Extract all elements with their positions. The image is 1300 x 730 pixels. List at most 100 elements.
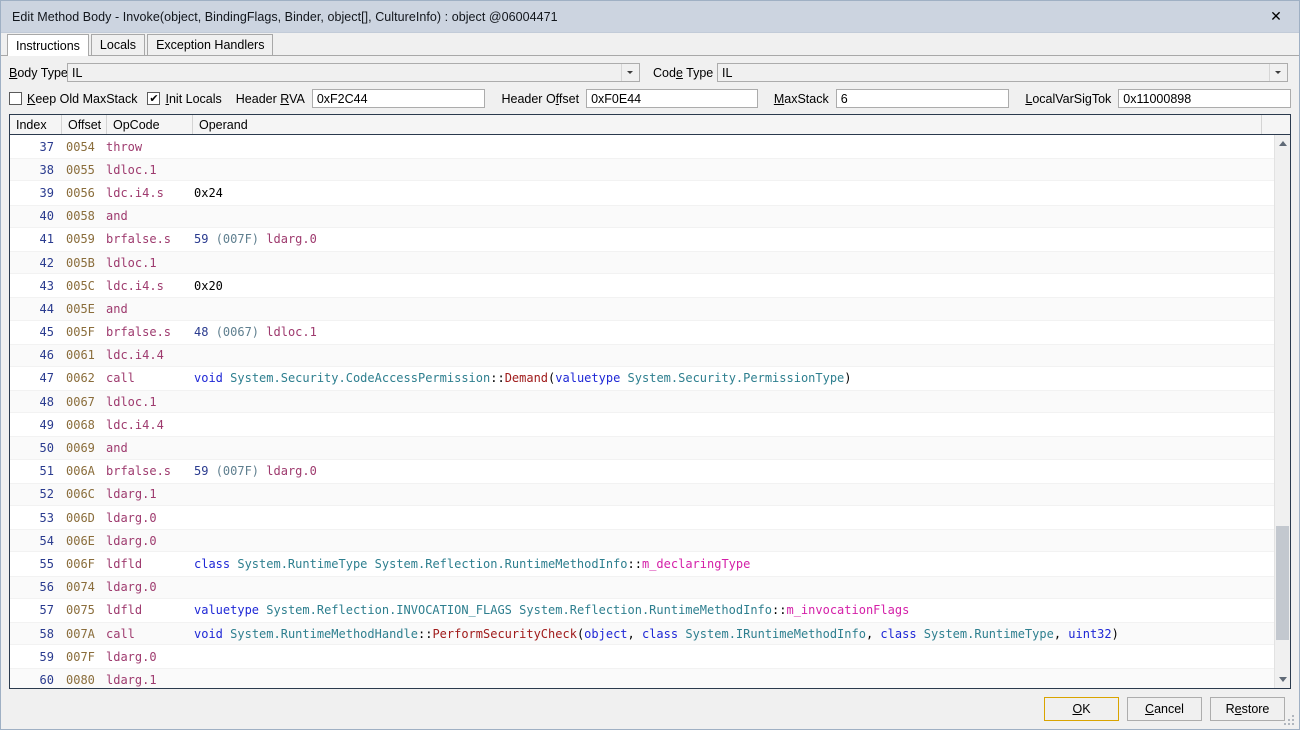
table-row[interactable]: 59 007F ldarg.0 (10, 645, 1274, 668)
table-row[interactable]: 53 006D ldarg.0 (10, 506, 1274, 529)
cell-offset: 006C (66, 487, 95, 502)
cell-index: 48 (39, 394, 54, 409)
cancel-button[interactable]: Cancel (1127, 697, 1202, 721)
header-offset-input[interactable]: 0xF0E44 (586, 89, 758, 108)
column-header-index[interactable]: Index (10, 115, 62, 134)
cell-offset: 005C (66, 278, 95, 293)
column-header-offset[interactable]: Offset (62, 115, 107, 134)
header-offset-label: Header Offset (501, 91, 580, 106)
table-row[interactable]: 46 0061 ldc.i4.4 (10, 343, 1274, 367)
table-row[interactable]: 41 0059 brfalse.s 59 (007F) ldarg.0 (10, 228, 1274, 251)
operand-token: 0x20 (194, 278, 223, 293)
cell-offset: 0058 (66, 209, 95, 224)
table-row[interactable]: 57 0075 ldfld valuetype System.Reflection.I… (10, 599, 1274, 622)
operand-token: uint32 (1068, 626, 1112, 641)
keep-old-maxstack-checkbox[interactable]: Keep Old MaxStack (9, 92, 137, 106)
tab-exception-handlers[interactable]: Exception Handlers (147, 34, 274, 55)
table-row[interactable]: 52 006C ldarg.1 (10, 482, 1274, 506)
operand-token: System.Reflection.INVOCATION_FLAGS (266, 603, 512, 618)
table-row[interactable]: 38 0055 ldloc.1 (10, 158, 1274, 182)
table-row[interactable]: 60 0080 ldarg.1 (10, 668, 1274, 688)
close-icon[interactable]: ✕ (1253, 1, 1299, 32)
tab-locals-label: Locals (99, 38, 137, 52)
operand-token: ldloc.1 (266, 325, 317, 340)
table-row[interactable]: 40 0058 and (10, 204, 1274, 228)
operand-token: :: (417, 626, 433, 641)
chevron-down-icon[interactable] (1269, 64, 1286, 81)
restore-button[interactable]: Restore (1210, 697, 1285, 721)
grid-header-row: Index Offset OpCode Operand (10, 115, 1290, 135)
scrollbar-track[interactable] (1274, 152, 1290, 671)
table-row[interactable]: 37 0054 throw (10, 135, 1274, 158)
cell-index: 44 (39, 301, 54, 316)
scrollbar-thumb[interactable] (1275, 525, 1289, 640)
operand-token: :: (627, 556, 642, 571)
cell-index: 43 (39, 278, 54, 293)
title-bar: Edit Method Body - Invoke(object, Bindin… (1, 1, 1299, 33)
table-row[interactable]: 43 005C ldc.i4.s 0x20 (10, 274, 1274, 297)
cell-offset: 0055 (66, 162, 95, 177)
maxstack-input[interactable]: 6 (835, 89, 1010, 108)
table-row[interactable]: 39 0056 ldc.i4.s 0x24 (10, 181, 1274, 204)
operand-token: System.IRuntimeMethodInfo (685, 626, 866, 641)
cell-opcode: ldloc.1 (106, 255, 157, 270)
vertical-scrollbar[interactable] (1274, 135, 1290, 688)
cell-offset: 006D (66, 510, 95, 525)
column-header-filler (1262, 115, 1290, 134)
scroll-down-arrow-icon[interactable] (1274, 671, 1290, 688)
init-locals-checkbox[interactable]: ✔ Init Locals (147, 92, 222, 106)
operand-token: 48 (194, 325, 209, 340)
table-row[interactable]: 44 005E and (10, 297, 1274, 321)
cell-operand: class System.RuntimeType System.Reflecti… (193, 557, 1274, 571)
table-row[interactable]: 42 005B ldloc.1 (10, 250, 1274, 275)
header-rva-input[interactable]: 0xF2C44 (311, 89, 486, 108)
grid-body[interactable]: 37 0054 throw 38 0055 ldloc.1 39 0056 ldc.i4.s 0x… (10, 135, 1274, 688)
table-row[interactable]: 55 006F ldfld class System.RuntimeType Syst… (10, 552, 1274, 575)
operand-token: System.Reflection.RuntimeMethodInfo (519, 603, 773, 618)
cell-offset: 0080 (66, 672, 95, 687)
cell-offset: 0062 (66, 371, 95, 386)
cell-opcode: and (106, 441, 128, 456)
keep-old-maxstack-label: Keep Old MaxStack (27, 91, 138, 106)
operand-token: 59 (194, 232, 209, 247)
table-row[interactable]: 51 006A brfalse.s 59 (007F) ldarg.0 (10, 460, 1274, 483)
table-row[interactable]: 45 005F brfalse.s 48 (0067) ldloc.1 (10, 321, 1274, 344)
operand-token: void (194, 371, 223, 386)
operand-token: , (865, 626, 881, 641)
cell-opcode: brfalse.s (106, 232, 172, 247)
table-row[interactable]: 58 007A call void System.RuntimeMethodHandl… (10, 621, 1274, 646)
tab-instructions[interactable]: Instructions (7, 34, 89, 56)
operand-token: class (194, 556, 231, 571)
localvarsigtok-label: LocalVarSigTok (1025, 91, 1112, 106)
cell-offset: 0059 (66, 232, 95, 247)
cell-opcode: and (106, 209, 128, 224)
body-type-combo[interactable]: IL (67, 63, 640, 82)
table-row[interactable]: 48 0067 ldloc.1 (10, 390, 1274, 414)
chevron-down-icon[interactable] (621, 64, 638, 81)
table-row[interactable]: 49 0068 ldc.i4.4 (10, 413, 1274, 436)
cell-offset: 006A (66, 464, 95, 479)
operand-token: ) (1111, 626, 1119, 641)
cell-offset: 0056 (66, 185, 95, 200)
table-row[interactable]: 50 0069 and (10, 436, 1274, 460)
cell-offset: 0054 (66, 139, 95, 154)
cell-offset: 0067 (66, 394, 95, 409)
scroll-up-arrow-icon[interactable] (1274, 135, 1290, 152)
ok-button[interactable]: OK (1044, 697, 1119, 721)
table-row[interactable]: 54 006E ldarg.0 (10, 529, 1274, 553)
table-row[interactable]: 47 0062 call void System.Security.CodeAcces… (10, 367, 1274, 390)
tab-locals[interactable]: Locals (90, 34, 146, 55)
cell-operand: valuetype System.Reflection.INVOCATION_F… (193, 603, 1274, 617)
column-header-operand[interactable]: Operand (193, 115, 1262, 134)
operand-token: 0x24 (194, 185, 223, 200)
body-type-label: Body Type (9, 65, 68, 80)
localvarsigtok-input[interactable]: 0x11000898 (1118, 89, 1291, 108)
table-row[interactable]: 56 0074 ldarg.0 (10, 575, 1274, 599)
operand-token: class (880, 626, 917, 641)
operand-token: 59 (194, 464, 209, 479)
header-rva-label: Header RVA (235, 91, 305, 106)
column-header-opcode[interactable]: OpCode (107, 115, 193, 134)
code-type-combo[interactable]: IL (717, 63, 1288, 82)
operand-token: class (641, 626, 679, 641)
resize-grip-icon[interactable] (1284, 715, 1296, 727)
